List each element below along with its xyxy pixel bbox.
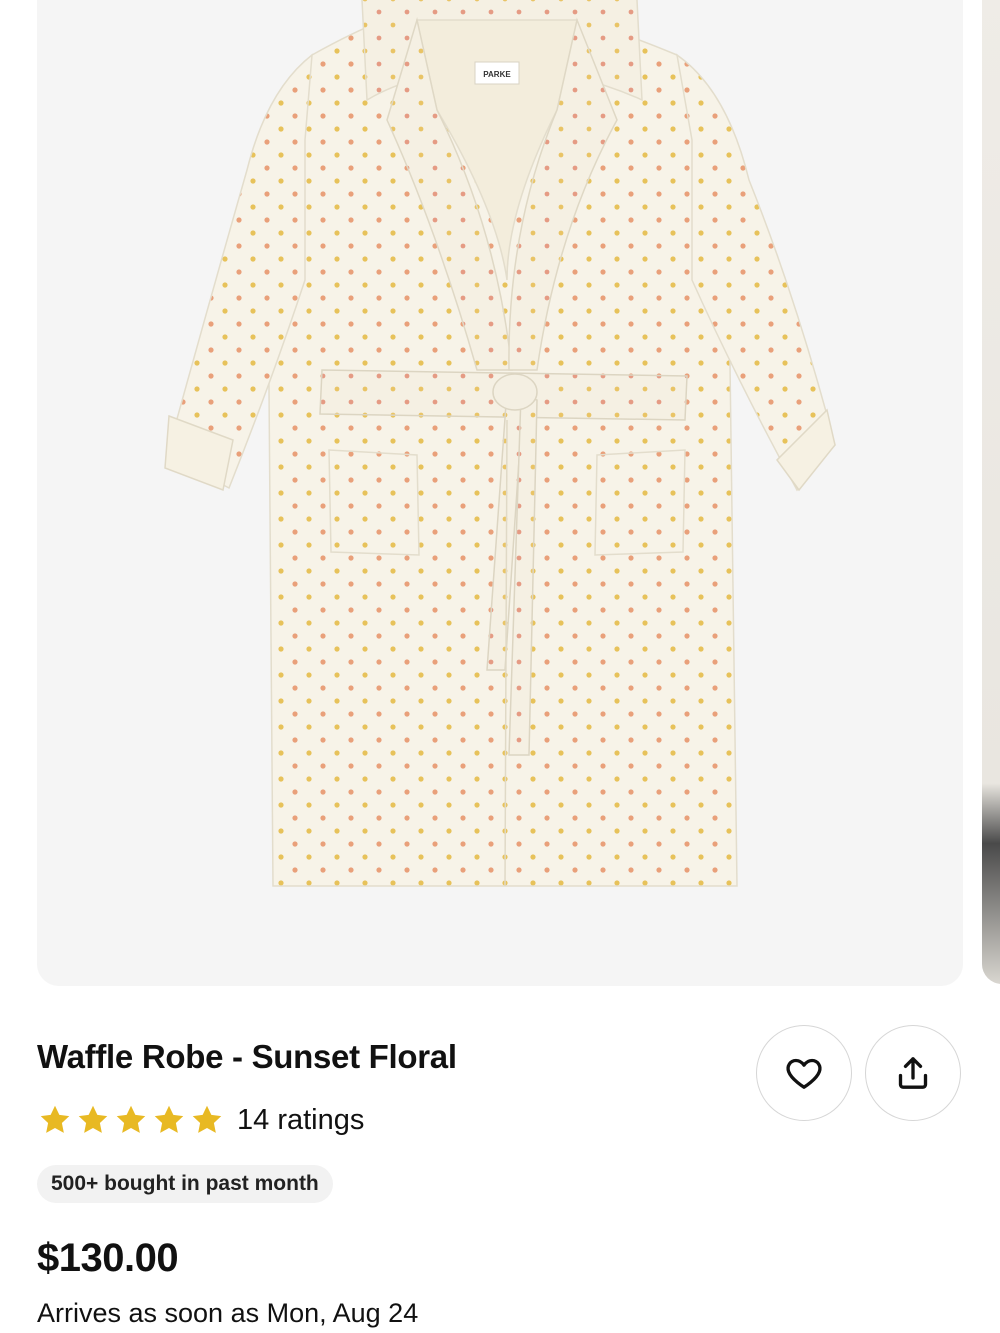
product-image-carousel[interactable]: PARKE <box>0 0 1000 990</box>
rating-row[interactable]: 14 ratings <box>37 1100 364 1140</box>
ratings-count[interactable]: 14 ratings <box>237 1104 364 1137</box>
star-icon <box>78 1105 108 1133</box>
star-icon <box>116 1105 146 1133</box>
delivery-estimate: Arrives as soon as Mon, Aug 24 <box>37 1298 419 1328</box>
star-rating <box>37 1102 225 1138</box>
product-title: Waffle Robe - Sunset Floral <box>37 1038 457 1075</box>
product-price: $130.00 <box>37 1236 179 1280</box>
share-button[interactable] <box>865 1025 961 1121</box>
favorite-button[interactable] <box>756 1025 852 1121</box>
star-icon <box>40 1105 70 1133</box>
share-icon <box>898 1057 928 1089</box>
product-info-panel: Waffle Robe - Sunset Floral 14 ratings 5… <box>0 990 1000 1333</box>
heart-icon <box>786 1058 822 1089</box>
bought-badge: 500+ bought in past month <box>37 1165 333 1203</box>
brand-tag: PARKE <box>483 70 511 79</box>
product-image[interactable]: PARKE <box>37 0 963 986</box>
star-icon <box>154 1105 184 1133</box>
next-image-preview[interactable] <box>982 0 1000 984</box>
robe-image: PARKE <box>164 0 836 887</box>
star-icon <box>192 1105 222 1133</box>
